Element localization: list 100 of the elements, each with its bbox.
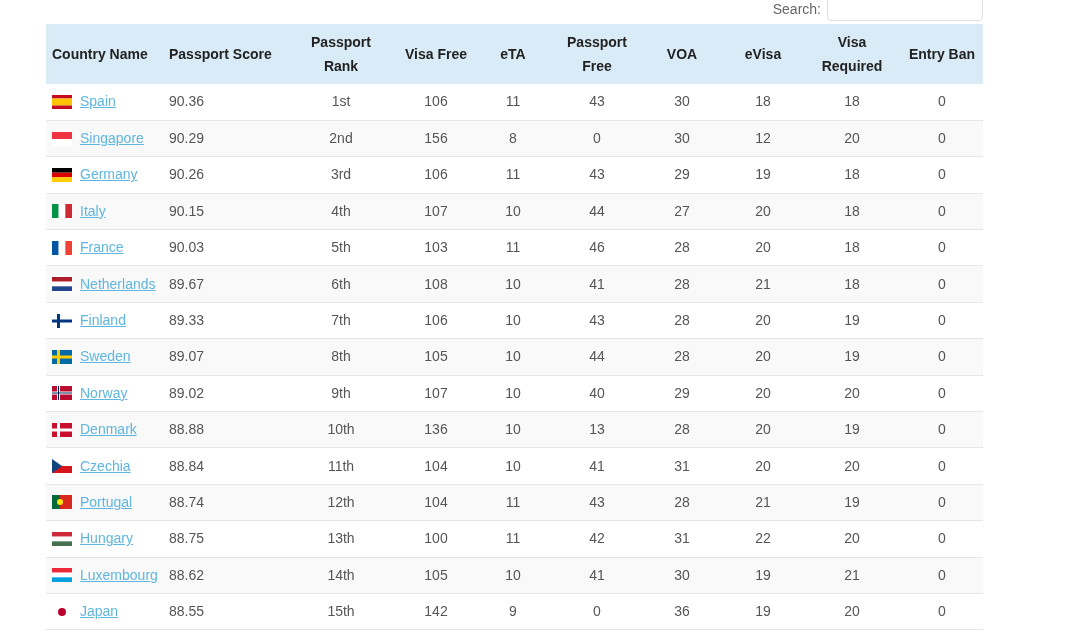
table-cell: 0 — [938, 130, 946, 147]
table-cell: 19 — [844, 312, 860, 329]
search-field[interactable] — [827, 0, 983, 21]
table-cell: 15th — [327, 603, 355, 620]
table-cell: 41 — [589, 275, 605, 292]
table-cell: 0 — [938, 93, 946, 110]
table-cell: 107 — [424, 202, 448, 219]
country-link[interactable]: Sweden — [80, 346, 131, 368]
table-cell: 0 — [938, 202, 946, 219]
table-cell: 9th — [331, 384, 351, 401]
table-cell: 11 — [505, 494, 521, 510]
table-cell: 105 — [424, 566, 448, 583]
table-cell: 0 — [938, 166, 946, 183]
table-cell: 0 — [593, 603, 601, 620]
table-cell: 88.74 — [169, 494, 205, 510]
table-cell: 6th — [331, 275, 351, 292]
column-header[interactable]: Visa Required — [812, 30, 892, 78]
table-cell: 0 — [938, 530, 946, 547]
table-cell: 88.88 — [169, 421, 205, 438]
column-header[interactable]: VOA — [666, 42, 698, 66]
column-header[interactable]: Passport Rank — [301, 30, 381, 78]
country-link[interactable]: Portugal — [80, 492, 133, 513]
country-link[interactable]: France — [80, 237, 124, 259]
table-cell: 12 — [755, 130, 771, 147]
flag-icon — [52, 240, 72, 255]
table-cell: 0 — [938, 566, 946, 583]
table-cell: 36 — [674, 603, 690, 620]
table-cell: 1st — [331, 93, 351, 110]
table-cell: 21 — [844, 566, 860, 583]
table-cell: 28 — [674, 348, 690, 365]
table-cell: 44 — [589, 348, 605, 365]
table-cell: 103 — [424, 239, 448, 256]
country-link[interactable]: Finland — [80, 310, 126, 332]
table-cell: 90.15 — [169, 202, 205, 219]
country-link[interactable]: Italy — [80, 200, 106, 222]
country-link[interactable]: Denmark — [80, 419, 137, 441]
table-cell: 89.07 — [169, 348, 205, 365]
table-cell: 90.26 — [169, 166, 205, 183]
country-link[interactable]: Singapore — [80, 128, 144, 150]
table-cell: 18 — [844, 275, 860, 292]
table-cell: 19 — [844, 494, 860, 510]
table-cell: 106 — [424, 166, 448, 183]
flag-icon — [52, 495, 72, 510]
table-cell: 19 — [755, 166, 771, 183]
column-header[interactable]: eTA — [500, 42, 526, 66]
table-cell: 40 — [589, 384, 605, 401]
table-cell: 21 — [755, 494, 771, 510]
table-cell: 28 — [674, 239, 690, 256]
table-cell: 29 — [674, 166, 690, 183]
table-cell: 0 — [938, 603, 946, 620]
country-link[interactable]: Czechia — [80, 455, 131, 477]
table-cell: 20 — [844, 384, 860, 401]
flag-icon — [52, 386, 72, 401]
table-cell: 108 — [424, 275, 448, 292]
table-cell: 20 — [755, 239, 771, 256]
table-cell: 10 — [505, 312, 521, 329]
table-cell: 27 — [674, 202, 690, 219]
table-cell: 0 — [938, 275, 946, 292]
column-header[interactable]: Passport Free — [557, 30, 637, 78]
column-header[interactable]: Visa Free — [405, 42, 467, 66]
table-cell: 41 — [589, 566, 605, 583]
table-cell: 19 — [755, 603, 771, 620]
table-cell: 10 — [505, 202, 521, 219]
country-link[interactable]: Japan — [80, 601, 119, 623]
column-header[interactable]: Passport Score — [169, 42, 272, 66]
table-cell: 10 — [505, 457, 521, 474]
column-header[interactable]: Country Name — [52, 42, 148, 66]
table-cell: 18 — [844, 239, 860, 256]
flag-icon — [52, 167, 72, 182]
table-cell: 42 — [589, 530, 605, 547]
country-link[interactable]: Hungary — [80, 528, 133, 550]
table-cell: 20 — [755, 421, 771, 438]
table-cell: 2nd — [329, 130, 353, 147]
table-cell: 136 — [424, 421, 448, 438]
country-link[interactable]: Germany — [80, 164, 138, 186]
table-cell: 20 — [755, 312, 771, 329]
column-header[interactable]: eVisa — [744, 42, 782, 66]
column-header[interactable]: Entry Ban — [908, 42, 976, 66]
country-link[interactable]: Netherlands — [80, 273, 156, 295]
table-cell: 8th — [331, 348, 351, 365]
table-cell: 105 — [424, 348, 448, 365]
table-cell: 88.55 — [169, 603, 205, 620]
country-link[interactable]: Luxembourg — [80, 564, 158, 586]
table-cell: 11 — [505, 530, 521, 547]
table-cell: 142 — [424, 603, 448, 620]
table-cell: 43 — [589, 166, 605, 183]
flag-icon — [52, 204, 72, 219]
country-link[interactable]: Spain — [80, 91, 116, 113]
table-cell: 88.75 — [169, 530, 205, 547]
table-cell: 90.36 — [169, 93, 205, 110]
table-cell: 88.84 — [169, 457, 205, 474]
country-link[interactable]: Norway — [80, 382, 128, 404]
table-cell: 10 — [505, 421, 521, 438]
table-cell: 28 — [674, 312, 690, 329]
flag-icon — [52, 313, 72, 328]
table-cell: 12th — [327, 494, 355, 510]
table-cell: 11 — [505, 239, 521, 256]
table-cell: 3rd — [330, 166, 352, 183]
table-cell: 43 — [589, 312, 605, 329]
table-cell: 28 — [674, 421, 690, 438]
